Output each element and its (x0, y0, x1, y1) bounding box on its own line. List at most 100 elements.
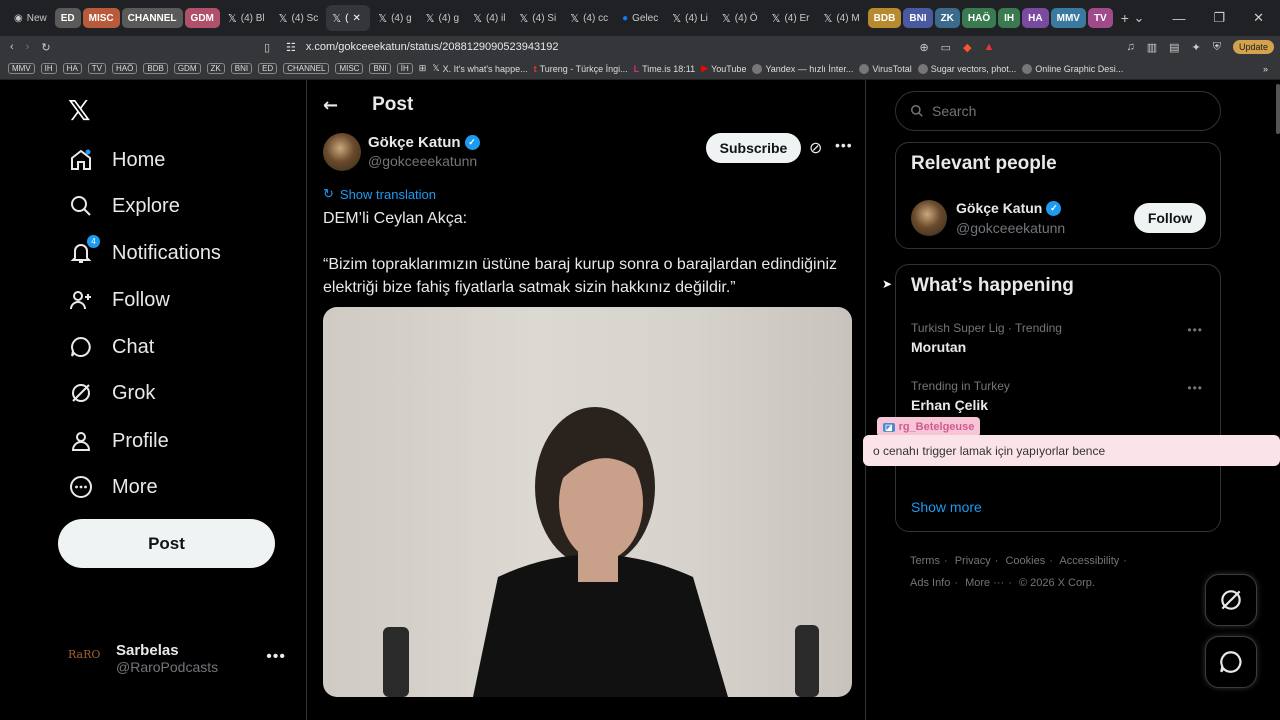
tab-search-icon[interactable]: ⌄ (1134, 10, 1145, 26)
tab-group-tv[interactable]: TV (1087, 8, 1113, 28)
subscribe-button[interactable]: Subscribe (706, 133, 801, 163)
trend-item[interactable]: Turkish Super Lig · Trending Morutan ••• (911, 321, 1207, 355)
tab-group-ih[interactable]: IH (998, 8, 1021, 28)
brave-shield-icon[interactable]: ◆ (963, 41, 971, 54)
bookmark-folder[interactable]: BNI (230, 63, 253, 74)
footer-link[interactable]: Accessibility (1059, 555, 1119, 567)
bookmark-link[interactable]: t Tureng - Türkçe İngi... (534, 64, 628, 74)
bookmark-folder[interactable]: ZK (206, 63, 225, 74)
bookmark-folder[interactable]: BDB (143, 63, 168, 74)
bookmark-folder[interactable]: BNI (369, 63, 391, 74)
browser-tab[interactable]: 𝕏 (4) g (420, 5, 465, 31)
tab-group-mmv[interactable]: MMV (1050, 8, 1086, 28)
tab-group-ha[interactable]: HA (1022, 8, 1049, 28)
tab-group-hao[interactable]: HAÖ (961, 8, 997, 28)
post-button[interactable]: Post (58, 519, 275, 568)
nav-grok[interactable]: Grok (68, 373, 155, 413)
forward-icon[interactable]: › (26, 41, 30, 53)
bookmark-link[interactable]: Sugar vectors, phot... (917, 63, 1016, 74)
author-handle[interactable]: @gokceeekatunn (368, 153, 477, 169)
browser-tab[interactable]: 𝕏 (4) Er (766, 5, 816, 31)
tab-group-misc[interactable]: MISC (82, 8, 120, 28)
bookmark-folder[interactable]: IH (40, 63, 57, 74)
browser-tab[interactable]: ◉ New (8, 5, 53, 31)
bookmark-folder[interactable]: HA (62, 63, 82, 74)
grok-fab-button[interactable] (1205, 574, 1257, 626)
browser-tab[interactable]: 𝕏 (4) Ö (716, 5, 764, 31)
x-logo-icon[interactable]: 𝕏 (68, 94, 91, 127)
bookmark-link[interactable]: Online Graphic Desi... (1022, 63, 1123, 74)
browser-tab[interactable]: 𝕏 (4) M (817, 5, 865, 31)
more-dots-icon[interactable]: ••• (1187, 323, 1203, 337)
footer-link[interactable]: Cookies (1005, 555, 1045, 567)
grok-explain-icon[interactable]: ⊘ (809, 138, 822, 157)
bookmark-icon[interactable]: ▯ (264, 41, 270, 54)
avatar[interactable] (911, 200, 947, 236)
show-translation-link[interactable]: ↻ Show translation (323, 186, 436, 202)
more-dots-icon[interactable]: ••• (1187, 381, 1203, 395)
back-icon[interactable]: ‹ (10, 41, 14, 53)
footer-link[interactable]: Privacy (955, 555, 991, 567)
author-name[interactable]: Gökçe Katun ✓ (368, 134, 480, 151)
nav-chat[interactable]: Chat (68, 327, 154, 367)
browser-tab[interactable]: 𝕏 (4) Li (666, 5, 714, 31)
browser-tab[interactable]: 𝕏 (4) Bl (222, 5, 271, 31)
scrollbar[interactable] (1276, 84, 1280, 134)
tab-group-bdb[interactable]: BDB (867, 8, 902, 28)
tab-group-gdm[interactable]: GDM (184, 8, 220, 28)
bookmark-folder[interactable]: MISC (335, 63, 364, 74)
tab-group-zk[interactable]: ZK (934, 8, 960, 28)
nav-follow[interactable]: Follow (68, 280, 170, 320)
post-video[interactable] (323, 307, 852, 697)
bookmark-link[interactable]: Yandex — hızlı İnter... (752, 63, 853, 74)
bookmark-folder[interactable]: GDM (173, 63, 201, 74)
bookmarks-overflow-icon[interactable]: » (1263, 64, 1268, 74)
nav-profile[interactable]: Profile (68, 421, 169, 461)
more-dots-icon[interactable]: ••• (835, 137, 853, 153)
vpn-icon[interactable]: ⛨ (1213, 41, 1221, 54)
show-more-link[interactable]: Show more (911, 499, 982, 515)
url-field[interactable]: ☷ x.com/gokceeekatun/status/208812909052… (286, 36, 558, 58)
back-arrow-icon[interactable]: ← (323, 95, 338, 116)
nav-home[interactable]: Home (68, 140, 165, 180)
bookmark-link[interactable]: ▶ YouTube (701, 63, 746, 74)
browser-tab[interactable]: 𝕏 (4) il (467, 5, 511, 31)
bookmark-link[interactable]: L Time.is 18:11 (634, 64, 696, 74)
relevant-person-handle[interactable]: @gokceeekatunn (956, 220, 1065, 236)
leo-icon[interactable]: ✦ (1192, 41, 1201, 54)
follow-button[interactable]: Follow (1134, 203, 1206, 233)
site-info-icon[interactable]: ☷ (286, 41, 296, 54)
update-button[interactable]: Update (1232, 40, 1274, 54)
minimize-icon[interactable]: — (1172, 11, 1185, 26)
bookmark-link[interactable]: VirusTotal (859, 63, 912, 74)
music-icon[interactable]: ♫ (1126, 41, 1134, 53)
close-tab-icon[interactable]: ✕ (352, 13, 360, 24)
bookmark-folder[interactable]: TV (87, 63, 107, 74)
footer-link[interactable]: Terms (910, 555, 940, 567)
browser-tab[interactable]: 𝕏 (4) Sc (273, 5, 325, 31)
relevant-person-name[interactable]: Gökçe Katun ✓ (956, 200, 1062, 216)
bookmark-folder[interactable]: CHANNEL (283, 63, 330, 74)
reload-icon[interactable]: ↻ (41, 41, 50, 54)
footer-link[interactable]: More ··· (965, 577, 1004, 589)
bookmark-folder[interactable]: ED (258, 63, 278, 74)
sidebar-icon[interactable]: ▥ (1147, 41, 1157, 54)
account-switcher[interactable]: RaRO Sarbelas @RaroPodcasts ••• (68, 638, 290, 678)
wallet-icon[interactable]: ▤ (1169, 41, 1179, 54)
browser-tab[interactable]: 𝕏 (4) cc (564, 5, 614, 31)
bookmark-folder[interactable]: MMV (8, 63, 35, 74)
tab-group-bni[interactable]: BNI (903, 8, 933, 28)
browser-tab[interactable]: 𝕏 (4) Si (513, 5, 562, 31)
trend-item[interactable]: Trending in Turkey Erhan Çelik ••• (911, 379, 1207, 413)
rewards-icon[interactable]: ▲ (984, 41, 995, 53)
nav-more[interactable]: More (68, 467, 158, 507)
author-avatar[interactable] (323, 133, 361, 171)
nav-notifications[interactable]: 4 Notifications (68, 233, 221, 273)
new-tab-button[interactable]: + (1115, 5, 1135, 31)
footer-link[interactable]: Ads Info (910, 577, 950, 589)
bookmark-folder[interactable]: İH (396, 63, 413, 74)
browser-tab[interactable]: 𝕏 (4) g (372, 5, 417, 31)
messages-fab-button[interactable] (1205, 636, 1257, 688)
more-dots-icon[interactable]: ••• (266, 648, 286, 666)
restore-icon[interactable]: ❐ (1213, 10, 1225, 26)
